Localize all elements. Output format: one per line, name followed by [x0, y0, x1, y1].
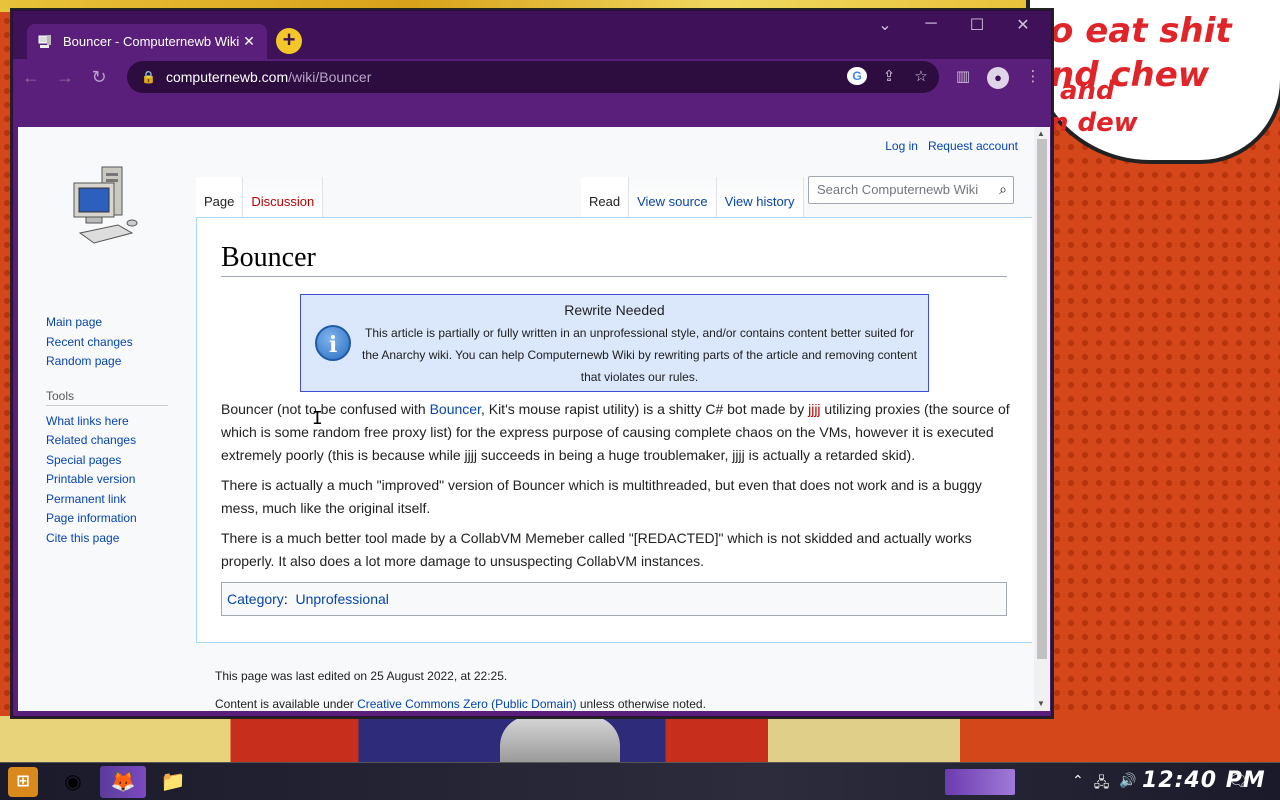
sidebar-item-cite-this-page[interactable]: Cite this page [46, 529, 196, 549]
wallpaper-figure [500, 716, 620, 762]
notification-icon[interactable]: 🗨 [1228, 771, 1248, 791]
scroll-down-icon[interactable]: ▼ [1037, 699, 1045, 708]
start-button[interactable]: ⊞ [8, 767, 38, 797]
close-window-button[interactable]: ✕ [1000, 15, 1046, 35]
system-tray: ⌃ 🖧 🔊 [1072, 772, 1137, 796]
wiki-logo[interactable] [66, 163, 146, 253]
bookmark-star-icon[interactable]: ☆ [911, 67, 931, 85]
license-text: Content is available under Creative Comm… [215, 697, 706, 711]
sidebar-item-permanent-link[interactable]: Permanent link [46, 490, 196, 510]
file-explorer-taskbar-icon[interactable]: 📁 [150, 766, 196, 798]
paragraph-2: There is actually a much "improved" vers… [221, 477, 982, 516]
search-input[interactable]: Search Computernewb Wiki ⌕ [808, 176, 1014, 204]
tab-search-chevron-icon[interactable]: ⌄ [862, 15, 908, 35]
tab-read[interactable]: Read [581, 177, 630, 217]
notice-text: This article is partially or fully writt… [362, 326, 917, 384]
category-unprofessional-link[interactable]: Unprofessional [295, 591, 388, 607]
namespace-tabs: Page Discussion [196, 177, 324, 217]
wallpaper-bottom [0, 716, 1280, 762]
browser-tab[interactable]: Bouncer - Computernewb Wiki ✕ [27, 24, 267, 59]
request-account-link[interactable]: Request account [928, 139, 1018, 153]
tab-view-history[interactable]: View history [716, 177, 804, 217]
computer-logo-icon [73, 166, 138, 244]
category-links: Category: Unprofessional [221, 582, 1007, 616]
info-icon: i [315, 325, 351, 361]
sidebar-item-related-changes[interactable]: Related changes [46, 431, 196, 451]
sidebar-item-recent-changes[interactable]: Recent changes [46, 333, 196, 353]
scrollbar-thumb[interactable] [1037, 139, 1047, 659]
bouncer-link[interactable]: Bouncer [430, 401, 481, 417]
kebab-menu-icon[interactable]: ⋮ [1023, 67, 1043, 89]
volume-icon[interactable]: 🔊 [1119, 772, 1136, 796]
article-body: Bouncer (not to be confused with Bouncer… [221, 398, 1011, 573]
sidebar: Main page Recent changes Random page Too… [46, 313, 196, 548]
sidebar-item-random-page[interactable]: Random page [46, 352, 196, 372]
personal-tools: Log in Request account [885, 139, 1018, 153]
url-host: computernewb.com [165, 69, 289, 85]
computer-favicon-icon [37, 34, 53, 50]
license-link[interactable]: Creative Commons Zero (Public Domain) [357, 697, 576, 711]
firefox-taskbar-icon[interactable]: 🦊 [100, 766, 146, 798]
minimize-button[interactable]: ─ [908, 15, 954, 33]
tab-strip: Bouncer - Computernewb Wiki ✕ + ⌄ ─ ☐ ✕ [13, 11, 1051, 59]
page-footer: This page was last edited on 25 August 2… [215, 669, 706, 711]
search-icon[interactable]: ⌕ [999, 181, 1007, 198]
search-placeholder: Search Computernewb Wiki [817, 182, 979, 197]
profile-avatar-icon[interactable]: ● [987, 67, 1009, 89]
chevron-up-icon[interactable]: ⌃ [1072, 772, 1084, 796]
share-icon[interactable]: ⇪ [879, 67, 899, 85]
text-cursor-icon: I [312, 408, 323, 429]
sidebar-item-main-page[interactable]: Main page [46, 313, 196, 333]
address-bar[interactable]: 🔒 computernewb.com/wiki/Bouncer G ⇪ ☆ [127, 61, 939, 93]
side-panel-icon[interactable]: ▥ [953, 67, 973, 89]
rewrite-notice: i Rewrite Needed This article is partial… [300, 294, 929, 392]
lock-icon[interactable]: 🔒 [141, 70, 156, 84]
browser-toolbar: ← → ↻ 🔒 computernewb.com/wiki/Bouncer G … [13, 59, 1051, 95]
taskbar-decoration [945, 769, 1015, 795]
scroll-up-icon[interactable]: ▲ [1037, 129, 1045, 138]
login-link[interactable]: Log in [885, 139, 918, 153]
page-scrollbar[interactable]: ▲ ▼ [1034, 127, 1050, 711]
page-title: Bouncer [221, 242, 1007, 277]
view-tabs: Read View source View history [581, 177, 804, 217]
chrome-taskbar-icon[interactable]: ◉ [50, 766, 96, 798]
speech-bubble-text: o eat shit nd chew and n dew [1050, 11, 1232, 138]
browser-window: Bouncer - Computernewb Wiki ✕ + ⌄ ─ ☐ ✕ … [12, 10, 1052, 717]
sidebar-item-printable-version[interactable]: Printable version [46, 470, 196, 490]
article-content: Bouncer i Rewrite Needed This article is… [196, 217, 1032, 643]
forward-arrow-icon[interactable]: → [49, 67, 81, 88]
tab-view-source[interactable]: View source [629, 177, 717, 217]
paragraph-1: Bouncer (not to be confused with Bouncer… [221, 401, 1010, 463]
new-tab-button[interactable]: + [276, 28, 302, 54]
network-icon[interactable]: 🖧 [1094, 772, 1110, 796]
tab-discussion[interactable]: Discussion [243, 177, 324, 217]
taskbar: ⊞ ◉ 🦊 📁 ⌃ 🖧 🔊 12:40 PM 🗨 [0, 762, 1280, 800]
google-lens-icon[interactable]: G [847, 67, 867, 85]
tab-title: Bouncer - Computernewb Wiki [63, 34, 240, 49]
back-arrow-icon[interactable]: ← [15, 67, 47, 88]
paragraph-3: There is a much better tool made by a Co… [221, 530, 972, 569]
category-label-link[interactable]: Category [227, 591, 284, 607]
sidebar-item-page-information[interactable]: Page information [46, 509, 196, 529]
notice-title: Rewrite Needed [564, 302, 665, 318]
jjjj-link[interactable]: jjjj [808, 401, 820, 417]
tools-heading: Tools [46, 389, 168, 406]
page-viewport: Log in Request account Main page Recent … [18, 127, 1034, 711]
last-edited: This page was last edited on 25 August 2… [215, 669, 508, 683]
reload-icon[interactable]: ↻ [83, 67, 115, 88]
tab-close-icon[interactable]: ✕ [241, 33, 257, 50]
url-path: /wiki/Bouncer [288, 69, 372, 85]
sidebar-item-what-links-here[interactable]: What links here [46, 412, 196, 432]
sidebar-item-special-pages[interactable]: Special pages [46, 451, 196, 471]
tab-page[interactable]: Page [196, 177, 244, 217]
maximize-button[interactable]: ☐ [954, 15, 1000, 35]
